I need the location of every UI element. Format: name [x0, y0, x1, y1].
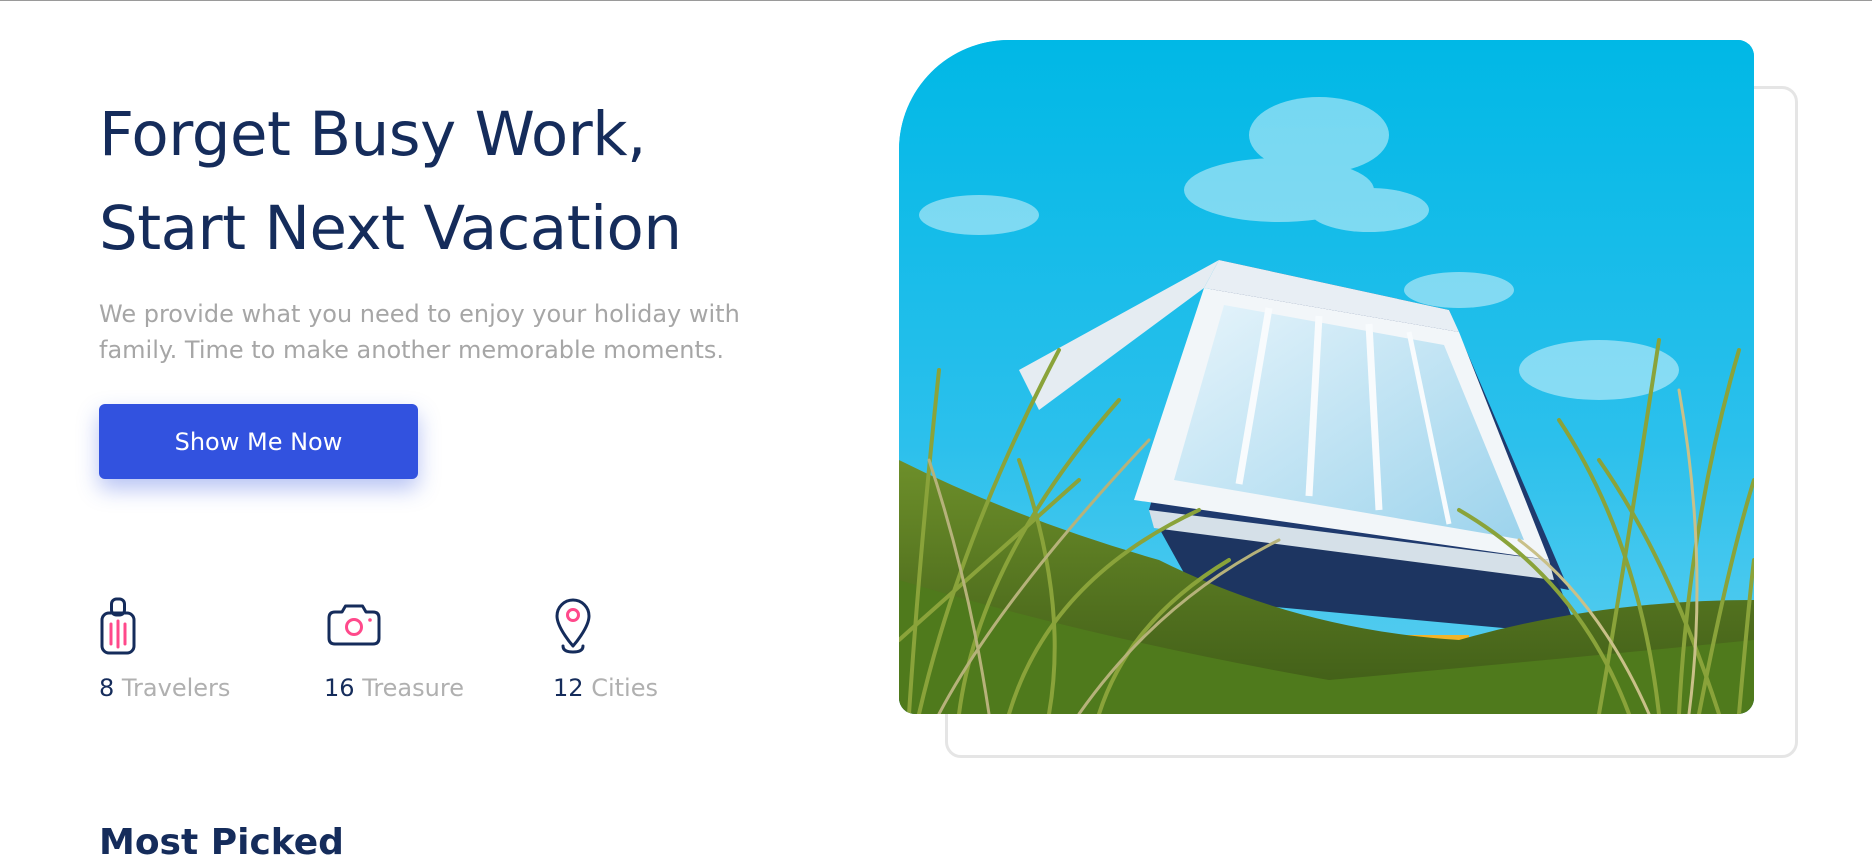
stat-cities-number: 12	[553, 674, 584, 702]
hero-section: Forget Busy Work, Start Next Vacation We…	[0, 0, 1872, 863]
stat-travelers-number: 8	[99, 674, 115, 702]
stat-travelers: 8 Travelers	[99, 596, 230, 702]
stat-travelers-label: 8 Travelers	[99, 674, 230, 702]
stat-cities: 12 Cities	[553, 596, 658, 702]
hero-subtitle-line-1: We provide what you need to enjoy your h…	[99, 300, 740, 328]
stat-travelers-text: Travelers	[121, 674, 231, 702]
camera-icon	[327, 604, 381, 646]
map-pin-icon	[555, 598, 591, 654]
stat-cities-text: Cities	[591, 674, 658, 702]
most-picked-heading: Most Picked	[99, 822, 344, 863]
hero-image-illustration	[899, 40, 1754, 714]
hero-title: Forget Busy Work, Start Next Vacation	[99, 88, 859, 276]
stat-treasure-text: Treasure	[362, 674, 464, 702]
suitcase-icon	[100, 597, 136, 655]
stat-treasure: 16 Treasure	[324, 596, 464, 702]
stat-cities-label: 12 Cities	[553, 674, 658, 702]
hero-image	[899, 40, 1754, 714]
show-me-now-button[interactable]: Show Me Now	[99, 404, 418, 479]
hero-title-line-1: Forget Busy Work,	[99, 99, 646, 170]
hero-title-line-2: Start Next Vacation	[99, 193, 682, 264]
stat-treasure-number: 16	[324, 674, 355, 702]
hero-subtitle: We provide what you need to enjoy your h…	[99, 296, 759, 368]
hero-subtitle-line-2: family. Time to make another memorable m…	[99, 336, 725, 364]
stat-treasure-label: 16 Treasure	[324, 674, 464, 702]
